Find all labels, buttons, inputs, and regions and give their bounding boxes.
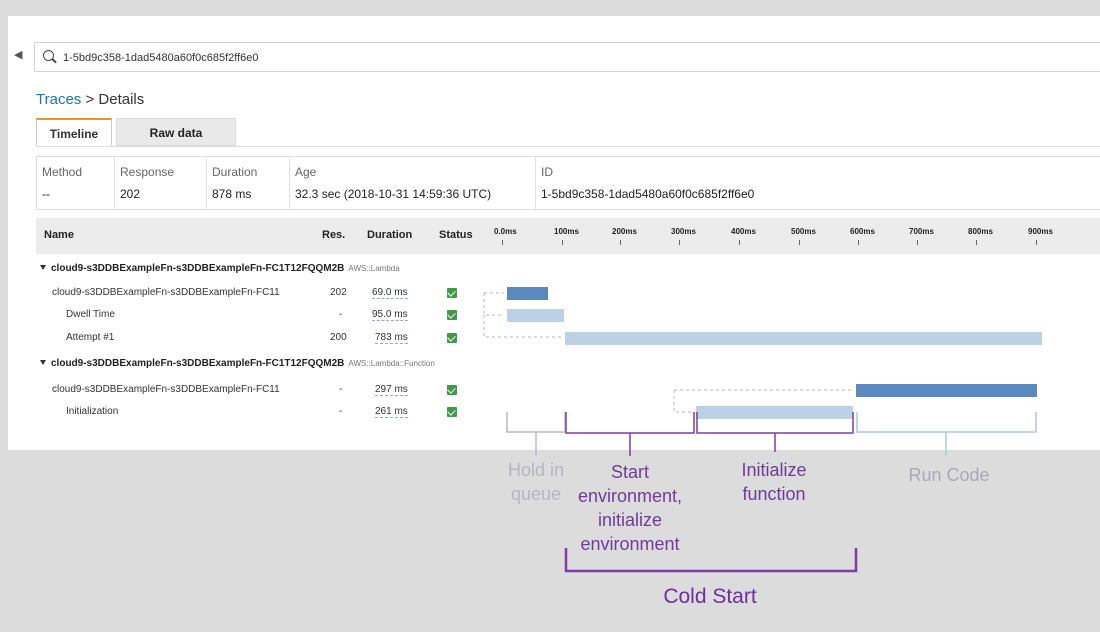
- segment-group-lambda[interactable]: cloud9-s3DDBExampleFn-s3DDBExampleFn-FC1…: [40, 263, 400, 274]
- timeline-tick: 100ms: [554, 227, 579, 245]
- timeline-bar-attempt[interactable]: [565, 332, 1042, 345]
- summary-response: Response 202: [114, 157, 206, 209]
- summary-header: Response: [120, 165, 175, 179]
- group-type: AWS::Lambda: [348, 264, 400, 273]
- tab-raw-data[interactable]: Raw data: [116, 118, 236, 146]
- breadcrumb-traces-link[interactable]: Traces: [36, 91, 81, 108]
- trace-summary: Method -- Response 202 Duration 878 ms A…: [36, 156, 1100, 210]
- segment-duration: 297 ms: [375, 384, 408, 396]
- expand-triangle-icon[interactable]: [40, 360, 46, 365]
- segment-res: 200: [330, 332, 347, 343]
- summary-age: Age 32.3 sec (2018-10-31 14:59:36 UTC): [289, 157, 535, 209]
- collapse-left-icon[interactable]: ◀: [14, 48, 22, 61]
- summary-value: --: [42, 187, 50, 201]
- expand-triangle-icon[interactable]: [40, 265, 46, 270]
- segment-group-lambda-function[interactable]: cloud9-s3DDBExampleFn-s3DDBExampleFn-FC1…: [40, 358, 435, 369]
- timeline-tick: 800ms: [968, 227, 993, 245]
- segment-name[interactable]: Initialization: [66, 406, 118, 417]
- timeline-tick: 0.0ms: [494, 227, 517, 245]
- annotation-cold-start: Cold Start: [663, 585, 757, 608]
- search-input-value[interactable]: 1-5bd9c358-1dad5480a60f0c685f2ff6e0: [63, 52, 259, 64]
- timeline-bar-dwell[interactable]: [507, 309, 564, 322]
- column-status[interactable]: Status: [439, 229, 473, 241]
- timeline-tick: 600ms: [850, 227, 875, 245]
- segment-res: -: [339, 406, 343, 417]
- summary-id: ID 1-5bd9c358-1dad5480a60f0c685f2ff6e0: [535, 157, 1100, 209]
- breadcrumb-current: Details: [98, 91, 145, 108]
- annotation-initialize-function: Initialize function: [741, 460, 807, 504]
- segment-res: 202: [330, 287, 347, 298]
- segment-name[interactable]: cloud9-s3DDBExampleFn-s3DDBExampleFn-FC1…: [52, 384, 280, 395]
- segment-name[interactable]: Attempt #1: [66, 332, 114, 343]
- column-duration[interactable]: Duration: [367, 229, 412, 241]
- status-ok-icon: [447, 333, 457, 343]
- summary-duration: Duration 878 ms: [206, 157, 289, 209]
- status-ok-icon: [447, 310, 457, 320]
- timeline-tick: 700ms: [909, 227, 934, 245]
- timeline-bar-lambda[interactable]: [507, 287, 548, 300]
- timeline-tick: 400ms: [731, 227, 756, 245]
- segment-name[interactable]: cloud9-s3DDBExampleFn-s3DDBExampleFn-FC1…: [52, 287, 280, 298]
- segment-res: -: [339, 384, 343, 395]
- timeline-table-header: Name Res. Duration Status 0.0ms 100ms 20…: [36, 218, 1100, 254]
- tab-bar: Timeline Raw data: [36, 118, 1100, 147]
- annotation-start-environment: Start environment, initialize environmen…: [577, 462, 683, 554]
- status-ok-icon: [447, 288, 457, 298]
- column-res[interactable]: Res.: [322, 229, 345, 241]
- segment-duration: 261 ms: [375, 406, 408, 418]
- trace-search-input[interactable]: 1-5bd9c358-1dad5480a60f0c685f2ff6e0: [34, 42, 1100, 72]
- column-name[interactable]: Name: [44, 229, 74, 241]
- summary-header: Age: [295, 165, 317, 179]
- breadcrumb-separator: >: [85, 91, 95, 108]
- annotation-hold-in-queue: Hold in queue: [507, 460, 565, 504]
- group-type: AWS::Lambda::Function: [348, 359, 435, 368]
- summary-value: 878 ms: [212, 187, 252, 201]
- summary-value: 202: [120, 187, 141, 201]
- tab-timeline[interactable]: Timeline: [36, 118, 112, 146]
- segment-duration: 69.0 ms: [372, 287, 408, 299]
- timeline-bar-initialization[interactable]: [696, 406, 853, 419]
- group-name: cloud9-s3DDBExampleFn-s3DDBExampleFn-FC1…: [51, 358, 345, 369]
- breadcrumb: Traces > Details: [36, 91, 144, 108]
- summary-value: 1-5bd9c358-1dad5480a60f0c685f2ff6e0: [541, 187, 755, 201]
- timeline-tick: 200ms: [612, 227, 637, 245]
- segment-res: -: [339, 309, 343, 320]
- timeline-tick: 300ms: [671, 227, 696, 245]
- group-name: cloud9-s3DDBExampleFn-s3DDBExampleFn-FC1…: [51, 263, 345, 274]
- annotation-run-code: Run Code: [908, 465, 990, 485]
- status-ok-icon: [447, 385, 457, 395]
- segment-duration: 783 ms: [375, 332, 408, 344]
- summary-header: Duration: [212, 165, 258, 179]
- summary-header: Method: [42, 165, 83, 179]
- timeline-bar-function[interactable]: [856, 384, 1037, 397]
- segment-name[interactable]: Dwell Time: [66, 309, 115, 320]
- summary-value: 32.3 sec (2018-10-31 14:59:36 UTC): [295, 187, 492, 201]
- timeline-tick: 900ms: [1028, 227, 1053, 245]
- summary-method: Method --: [37, 157, 113, 209]
- timeline-tick: 500ms: [791, 227, 816, 245]
- summary-header: ID: [541, 165, 553, 179]
- status-ok-icon: [447, 407, 457, 417]
- search-icon: [43, 50, 54, 61]
- segment-duration: 95.0 ms: [372, 309, 408, 321]
